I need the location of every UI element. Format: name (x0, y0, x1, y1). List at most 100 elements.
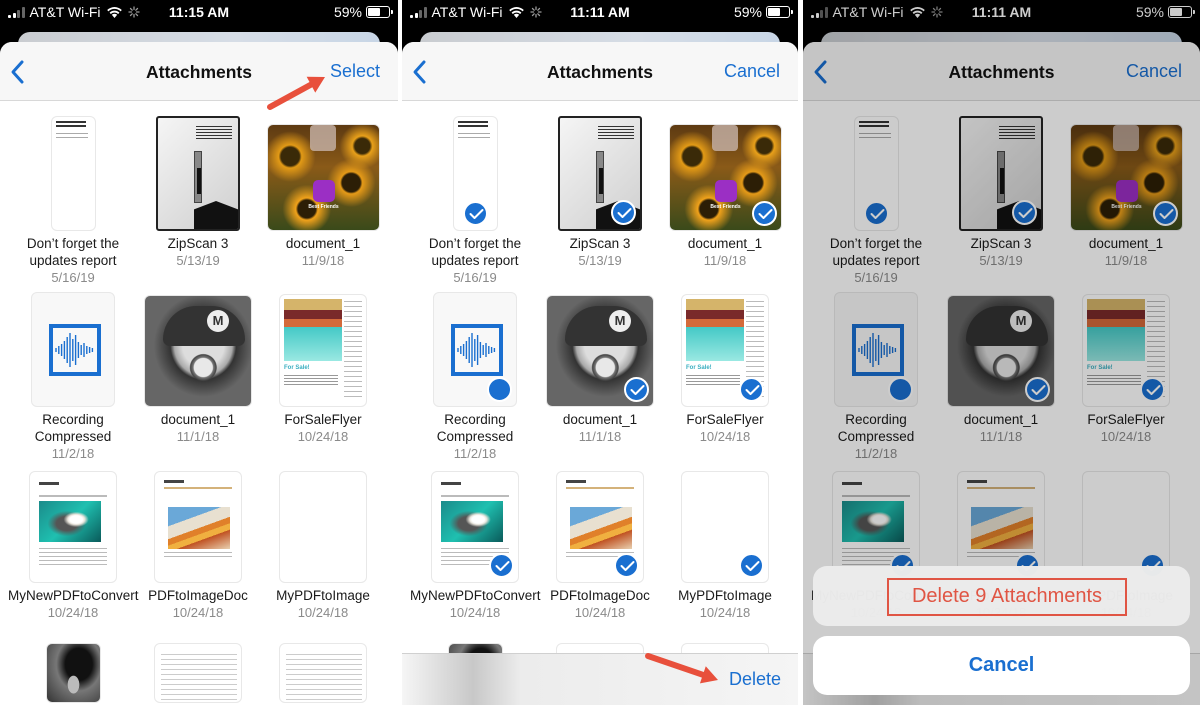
attachment-name: document_1 (687, 236, 763, 251)
doc-title (441, 482, 461, 485)
flyer-body (686, 375, 740, 385)
attachment-name: MyNewPDFtoConvert (410, 588, 541, 603)
note-title-lines (55, 121, 86, 123)
thumbnail-scan[interactable] (156, 116, 240, 231)
thumbnail-pdf-otter[interactable] (29, 471, 117, 583)
thumbnail-invoice[interactable] (154, 643, 242, 703)
attachment-item[interactable]: Mdocument_1 11/1/18 (133, 291, 263, 445)
thumbnail-invoice-2[interactable] (279, 643, 367, 703)
invoice-text (161, 654, 237, 702)
thumbnail-note[interactable] (50, 116, 96, 231)
doc-title (39, 482, 59, 485)
note-body-lines (55, 133, 88, 134)
note-body-lines (457, 133, 490, 134)
attachment-name: Recording Compressed (436, 412, 514, 444)
attachment-name: Don’t forget the updates report (428, 236, 522, 268)
checkmark-selected-icon[interactable] (739, 377, 764, 402)
attachment-item[interactable]: Mdocument_1 11/1/18 (535, 291, 665, 445)
attachment-name: document_1 (562, 412, 638, 427)
thumbnail-note[interactable] (452, 116, 498, 231)
attachment-name: MyPDFtoImage (678, 588, 772, 603)
folder-icon (309, 125, 336, 151)
attachment-item[interactable]: MyPDFtoImage 10/24/18 (258, 467, 388, 621)
thumbnail-blank[interactable] (681, 471, 769, 583)
flyer-sidebar (344, 301, 362, 401)
thumbnail-audio[interactable] (31, 292, 115, 407)
checkmark-selected-icon[interactable] (624, 377, 649, 402)
thumbnail-photo-sunflowers[interactable]: Best Friends (266, 124, 380, 231)
checkmark-selected-icon[interactable] (751, 201, 777, 226)
checkmark-selected-icon[interactable] (487, 377, 512, 402)
checkmark-selected-icon[interactable] (463, 201, 488, 226)
attachment-date: 10/24/18 (574, 605, 626, 620)
attachment-name: MyPDFtoImage (276, 588, 370, 603)
thumbnail-pdf-otter[interactable] (431, 471, 519, 583)
bottom-toolbar: Delete (402, 653, 798, 705)
attachment-name: ForSaleFlyer (686, 412, 764, 427)
action-sheet-cancel-button[interactable]: Cancel (813, 636, 1190, 695)
attachment-item[interactable]: Don’t forget the updates report 5/16/19 (410, 115, 540, 286)
attachment-item[interactable]: PDFtoImageDoc 10/24/18 (535, 467, 665, 621)
flyer-body (284, 375, 338, 385)
thumbnail-pdf-beach[interactable] (154, 471, 242, 583)
cancel-button[interactable]: Cancel (724, 61, 780, 82)
attachment-item[interactable]: MyPDFtoImage 10/24/18 (660, 467, 790, 621)
doc-text (164, 552, 232, 558)
invoice-text (286, 654, 362, 702)
thumbnail-photo-mario[interactable]: M (144, 295, 252, 407)
thumbnail-photo-sunflowers[interactable]: Best Friends (668, 124, 782, 231)
thumbnail-photo-mario-2[interactable] (45, 643, 101, 703)
attachment-item[interactable]: Recording Compressed 11/2/18 (8, 291, 138, 462)
thumbnail-pdf-beach[interactable] (556, 471, 644, 583)
checkmark-selected-icon[interactable] (614, 553, 639, 578)
attachment-item[interactable]: ZipScan 3 5/13/19 (535, 115, 665, 269)
thumbnail-blank[interactable] (279, 471, 367, 583)
attachments-sheet: Attachments Select Don’t forget the upda… (0, 42, 398, 705)
attachment-date: 10/24/18 (47, 605, 99, 620)
attachment-date: 11/1/18 (176, 429, 220, 444)
attachment-item[interactable]: ZipScan 3 5/13/19 (133, 115, 263, 269)
doc-rule (566, 487, 634, 489)
app-label: Best Friends (710, 204, 741, 210)
checkmark-selected-icon[interactable] (489, 553, 514, 578)
app-label: Best Friends (308, 204, 339, 210)
attachment-item[interactable] (133, 643, 263, 703)
attachment-item[interactable]: Best Friends document_1 11/9/18 (660, 115, 790, 269)
thumbnail-flyer[interactable]: For Sale! (681, 294, 769, 407)
note-title-lines (457, 121, 488, 123)
attachment-date: 10/24/18 (297, 429, 349, 444)
delete-attachments-button[interactable]: Delete 9 Attachments (887, 578, 1127, 616)
thumbnail-flyer[interactable]: For Sale! (279, 294, 367, 407)
thumbnail-photo-mario[interactable]: M (546, 295, 654, 407)
attachment-item[interactable]: Recording Compressed 11/2/18 (410, 291, 540, 462)
scan-text (598, 126, 634, 140)
thumbnail-audio[interactable] (433, 292, 517, 407)
flyer-heading: For Sale! (284, 365, 310, 371)
attachment-item[interactable]: MyNewPDFtoConvert 10/24/18 (410, 467, 541, 621)
doc-image (441, 501, 503, 542)
attachment-name: PDFtoImageDoc (148, 588, 248, 603)
flyer-heading: For Sale! (686, 365, 712, 371)
attachment-name: ZipScan 3 (569, 236, 631, 251)
doc-rule (39, 495, 107, 497)
attachment-item[interactable] (8, 643, 138, 703)
checkmark-selected-icon[interactable] (611, 200, 636, 225)
select-button[interactable]: Select (330, 61, 380, 82)
checkmark-selected-icon[interactable] (739, 553, 764, 578)
attachment-item[interactable]: For Sale! ForSaleFlyer 10/24/18 (660, 291, 790, 445)
attachment-item[interactable] (258, 643, 388, 703)
attachment-name: PDFtoImageDoc (550, 588, 650, 603)
doc-image (39, 501, 101, 542)
attachment-name: document_1 (160, 412, 236, 427)
attachment-item[interactable]: Best Friends document_1 11/9/18 (258, 115, 388, 269)
delete-button[interactable]: Delete (729, 669, 781, 690)
attachment-item[interactable]: Don’t forget the updates report 5/16/19 (8, 115, 138, 286)
thumbnail-scan[interactable] (558, 116, 642, 231)
attachment-item[interactable]: PDFtoImageDoc 10/24/18 (133, 467, 263, 621)
scan-device (596, 151, 604, 203)
doc-title (164, 480, 184, 483)
attachment-item[interactable]: For Sale! ForSaleFlyer 10/24/18 (258, 291, 388, 445)
scan-label (194, 201, 238, 229)
battery-icon (766, 6, 793, 18)
attachment-item[interactable]: MyNewPDFtoConvert 10/24/18 (8, 467, 139, 621)
